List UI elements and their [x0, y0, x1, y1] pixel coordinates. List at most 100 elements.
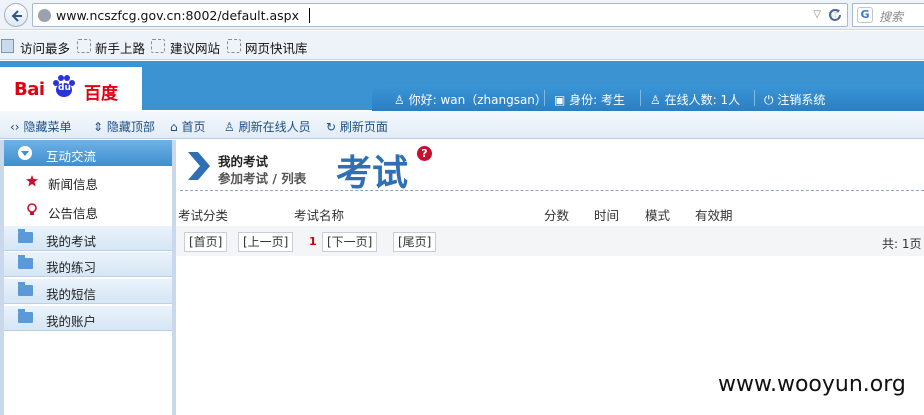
- page-icon: [77, 39, 91, 53]
- baidu-logo[interactable]: Bai du 百度: [0, 67, 142, 110]
- bookmark-suggested-sites[interactable]: 建议网站: [170, 38, 220, 57]
- address-bar[interactable]: www.ncszfcg.gov.cn:8002/default.aspx ▽ ☆: [32, 3, 848, 27]
- refresh-online-button[interactable]: ♙ 刷新在线人员: [224, 118, 311, 135]
- sidebar-group-my-exams[interactable]: 我的考试: [4, 226, 172, 251]
- logo-text-left: Bai: [14, 79, 45, 100]
- column-header-mode: 模式: [645, 208, 671, 223]
- page-icon: [151, 39, 165, 53]
- sidebar-item-label: 新闻信息: [48, 177, 99, 192]
- current-page: 1: [309, 235, 317, 248]
- folder-icon: [18, 229, 33, 243]
- folder-icon: [18, 255, 33, 269]
- text-caret: [309, 8, 310, 23]
- divider: [180, 190, 924, 191]
- url-text[interactable]: www.ncszfcg.gov.cn:8002/default.aspx: [56, 8, 299, 23]
- most-visited-icon: [1, 39, 14, 53]
- hide-menu-label: 隐藏菜单: [23, 120, 72, 134]
- column-header-category: 考试分类: [178, 208, 229, 223]
- sidebar: 互动交流 新闻信息 公告信息 我的考试 我的练习 我的短信 我的账户: [0, 140, 176, 415]
- refresh-page-label: 刷新页面: [339, 120, 388, 134]
- folder-icon: [18, 309, 33, 323]
- logo-du-text: du: [58, 83, 71, 93]
- sidebar-item-notice[interactable]: 公告信息: [4, 196, 172, 224]
- identity-text: 身份: 考生: [569, 93, 626, 107]
- power-icon: ⏻: [764, 93, 774, 107]
- prev-page-button[interactable]: [上一页]: [238, 232, 294, 252]
- help-icon[interactable]: ?: [417, 146, 432, 161]
- column-header-name: 考试名称: [294, 208, 345, 223]
- sidebar-group-label: 我的账户: [46, 314, 97, 329]
- divider: [754, 90, 755, 106]
- user-icon: ♙: [394, 93, 405, 107]
- pagination: [首页] [上一页] 1 [下一页] [尾页] 共: 1页: [176, 226, 924, 256]
- bookmark-web-slice[interactable]: 网页快讯库: [245, 38, 308, 57]
- reload-button[interactable]: [824, 3, 846, 27]
- folder-icon: [18, 282, 33, 296]
- sidebar-group-my-account[interactable]: 我的账户: [4, 306, 172, 331]
- bookmarks-bar: 访问最多 新手上路 建议网站 网页快讯库: [0, 31, 924, 60]
- toolbar: ‹› 隐藏菜单 ⇕ 隐藏顶部 ⌂ 首页 ♙ 刷新在线人员 ↻ 刷新页面: [0, 111, 924, 139]
- divider: [640, 90, 641, 106]
- search-engine-icon[interactable]: G: [857, 7, 873, 23]
- sidebar-item-label: 公告信息: [48, 206, 99, 221]
- user-icon: ♙: [224, 120, 235, 134]
- id-card-icon: ▣: [554, 93, 566, 107]
- app-header: Bai du 百度 ♙ 你好: wan（zhangsan） ▣ 身份: 考生 ♙…: [0, 61, 924, 111]
- logo-text-right: 百度: [84, 84, 118, 104]
- greeting-text: 你好: wan（zhangsan）: [408, 93, 547, 107]
- search-box[interactable]: G 搜索: [852, 3, 924, 27]
- arrows-vertical-icon: ⇕: [93, 120, 104, 134]
- user-icon: ♙: [650, 93, 661, 107]
- sidebar-group-interaction[interactable]: 互动交流: [4, 140, 172, 166]
- page-icon: [227, 39, 241, 53]
- watermark: www.wooyun.org: [718, 372, 906, 397]
- back-arrow-icon: [11, 10, 22, 22]
- dropdown-arrow-icon[interactable]: ▽: [813, 9, 821, 20]
- sidebar-group-label: 互动交流: [46, 149, 97, 164]
- sidebar-group-label: 我的短信: [46, 287, 97, 302]
- sidebar-group-my-practice[interactable]: 我的练习: [4, 252, 172, 277]
- globe-icon: [38, 9, 51, 22]
- reload-icon: [829, 9, 841, 21]
- section-heading: 考试: [336, 152, 409, 194]
- next-page-button[interactable]: [下一页]: [322, 232, 378, 252]
- home-icon: ⌂: [170, 120, 178, 134]
- divider: [544, 90, 545, 106]
- breadcrumb: 参加考试 / 列表: [218, 171, 307, 186]
- lightbulb-icon: [27, 203, 37, 215]
- star-icon: [26, 175, 38, 187]
- hide-top-label: 隐藏顶部: [106, 120, 155, 134]
- collapse-icon: [18, 146, 32, 160]
- first-page-button[interactable]: [首页]: [184, 232, 228, 252]
- sidebar-group-label: 我的考试: [46, 234, 97, 249]
- arrows-horizontal-icon: ‹›: [10, 120, 20, 134]
- hide-top-button[interactable]: ⇕ 隐藏顶部: [93, 118, 155, 135]
- refresh-online-label: 刷新在线人员: [238, 120, 311, 134]
- chevron-right-icon: [188, 152, 210, 180]
- last-page-button[interactable]: [尾页]: [393, 232, 437, 252]
- browser-address-row: www.ncszfcg.gov.cn:8002/default.aspx ▽ ☆…: [0, 0, 924, 30]
- sidebar-group-label: 我的练习: [46, 260, 97, 275]
- back-button[interactable]: [4, 3, 28, 27]
- column-header-validity: 有效期: [695, 208, 733, 223]
- sidebar-group-my-messages[interactable]: 我的短信: [4, 279, 172, 304]
- home-button[interactable]: ⌂ 首页: [170, 118, 205, 135]
- bookmark-getting-started[interactable]: 新手上路: [95, 38, 145, 57]
- sidebar-item-news[interactable]: 新闻信息: [4, 167, 172, 195]
- user-identity: ▣ 身份: 考生: [554, 91, 625, 108]
- user-info-bar: ♙ 你好: wan（zhangsan） ▣ 身份: 考生 ♙ 在线人数: 1人 …: [372, 85, 924, 111]
- column-header-score: 分数: [544, 208, 570, 223]
- refresh-page-button[interactable]: ↻ 刷新页面: [326, 118, 388, 135]
- home-label: 首页: [181, 120, 206, 134]
- refresh-icon: ↻: [326, 120, 337, 134]
- logout-text: 注销系统: [777, 93, 826, 107]
- total-pages: 共: 1页: [882, 237, 922, 251]
- column-header-time: 时间: [594, 208, 620, 223]
- bookmark-most-visited[interactable]: 访问最多: [20, 38, 70, 57]
- user-greeting: ♙ 你好: wan（zhangsan）: [394, 91, 547, 108]
- logout-link[interactable]: ⏻ 注销系统: [764, 91, 825, 108]
- hide-menu-button[interactable]: ‹› 隐藏菜单: [10, 118, 71, 135]
- search-placeholder: 搜索: [879, 10, 904, 24]
- online-count: ♙ 在线人数: 1人: [650, 91, 740, 108]
- online-text: 在线人数: 1人: [664, 93, 741, 107]
